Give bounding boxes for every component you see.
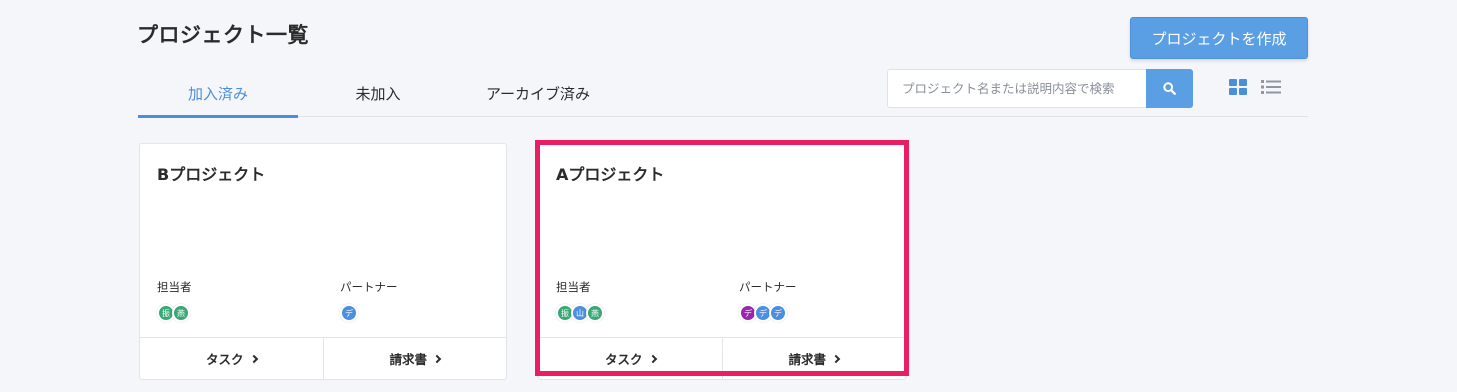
chevron-right-icon: [648, 354, 657, 364]
invoice-label: 請求書: [788, 352, 826, 367]
chevron-right-icon: [432, 354, 442, 364]
tab-archived[interactable]: アーカイブ済み: [458, 70, 618, 117]
staff-avatars: 振 燕: [157, 304, 190, 322]
project-title: Aプロジェクト: [556, 165, 665, 184]
project-title: Bプロジェクト: [157, 165, 266, 184]
task-label: タスク: [604, 352, 643, 367]
task-label: タスク: [205, 352, 244, 367]
create-project-button[interactable]: プロジェクトを作成: [1130, 17, 1308, 59]
search-input[interactable]: [887, 69, 1147, 108]
avatar: 燕: [172, 304, 190, 322]
tab-not-joined[interactable]: 未加入: [298, 70, 458, 117]
tab-joined[interactable]: 加入済み: [138, 70, 298, 118]
grid-view-icon[interactable]: [1229, 78, 1247, 96]
card-footer: タスク 請求書: [140, 337, 506, 379]
project-card-b[interactable]: Bプロジェクト 担当者 パートナー 振 燕 デ タスク 請求書: [139, 143, 507, 380]
partner-avatars: デ デ デ: [739, 304, 787, 322]
search-icon: [1163, 82, 1176, 95]
task-link[interactable]: タスク: [140, 338, 323, 379]
chevron-right-icon: [249, 354, 258, 364]
avatar: デ: [769, 304, 787, 322]
staff-label: 担当者: [157, 280, 192, 294]
invoice-link[interactable]: 請求書: [322, 338, 507, 379]
partner-label: パートナー: [739, 280, 797, 294]
invoice-label: 請求書: [389, 352, 427, 367]
partner-label: パートナー: [340, 280, 398, 294]
page-title: プロジェクト一覧: [137, 23, 309, 47]
list-view-icon[interactable]: [1261, 78, 1281, 96]
card-footer: タスク 請求書: [539, 337, 905, 379]
avatar: デ: [340, 304, 358, 322]
search-button[interactable]: [1146, 69, 1193, 108]
task-link[interactable]: タスク: [539, 338, 722, 379]
project-card-a[interactable]: Aプロジェクト 担当者 パートナー 振 山 燕 デ デ デ タスク 請求書: [538, 143, 906, 380]
staff-avatars: 振 山 燕: [556, 304, 604, 322]
staff-label: 担当者: [556, 280, 591, 294]
partner-avatars: デ: [340, 304, 358, 322]
invoice-link[interactable]: 請求書: [721, 338, 906, 379]
chevron-right-icon: [831, 354, 841, 364]
avatar: 燕: [586, 304, 604, 322]
